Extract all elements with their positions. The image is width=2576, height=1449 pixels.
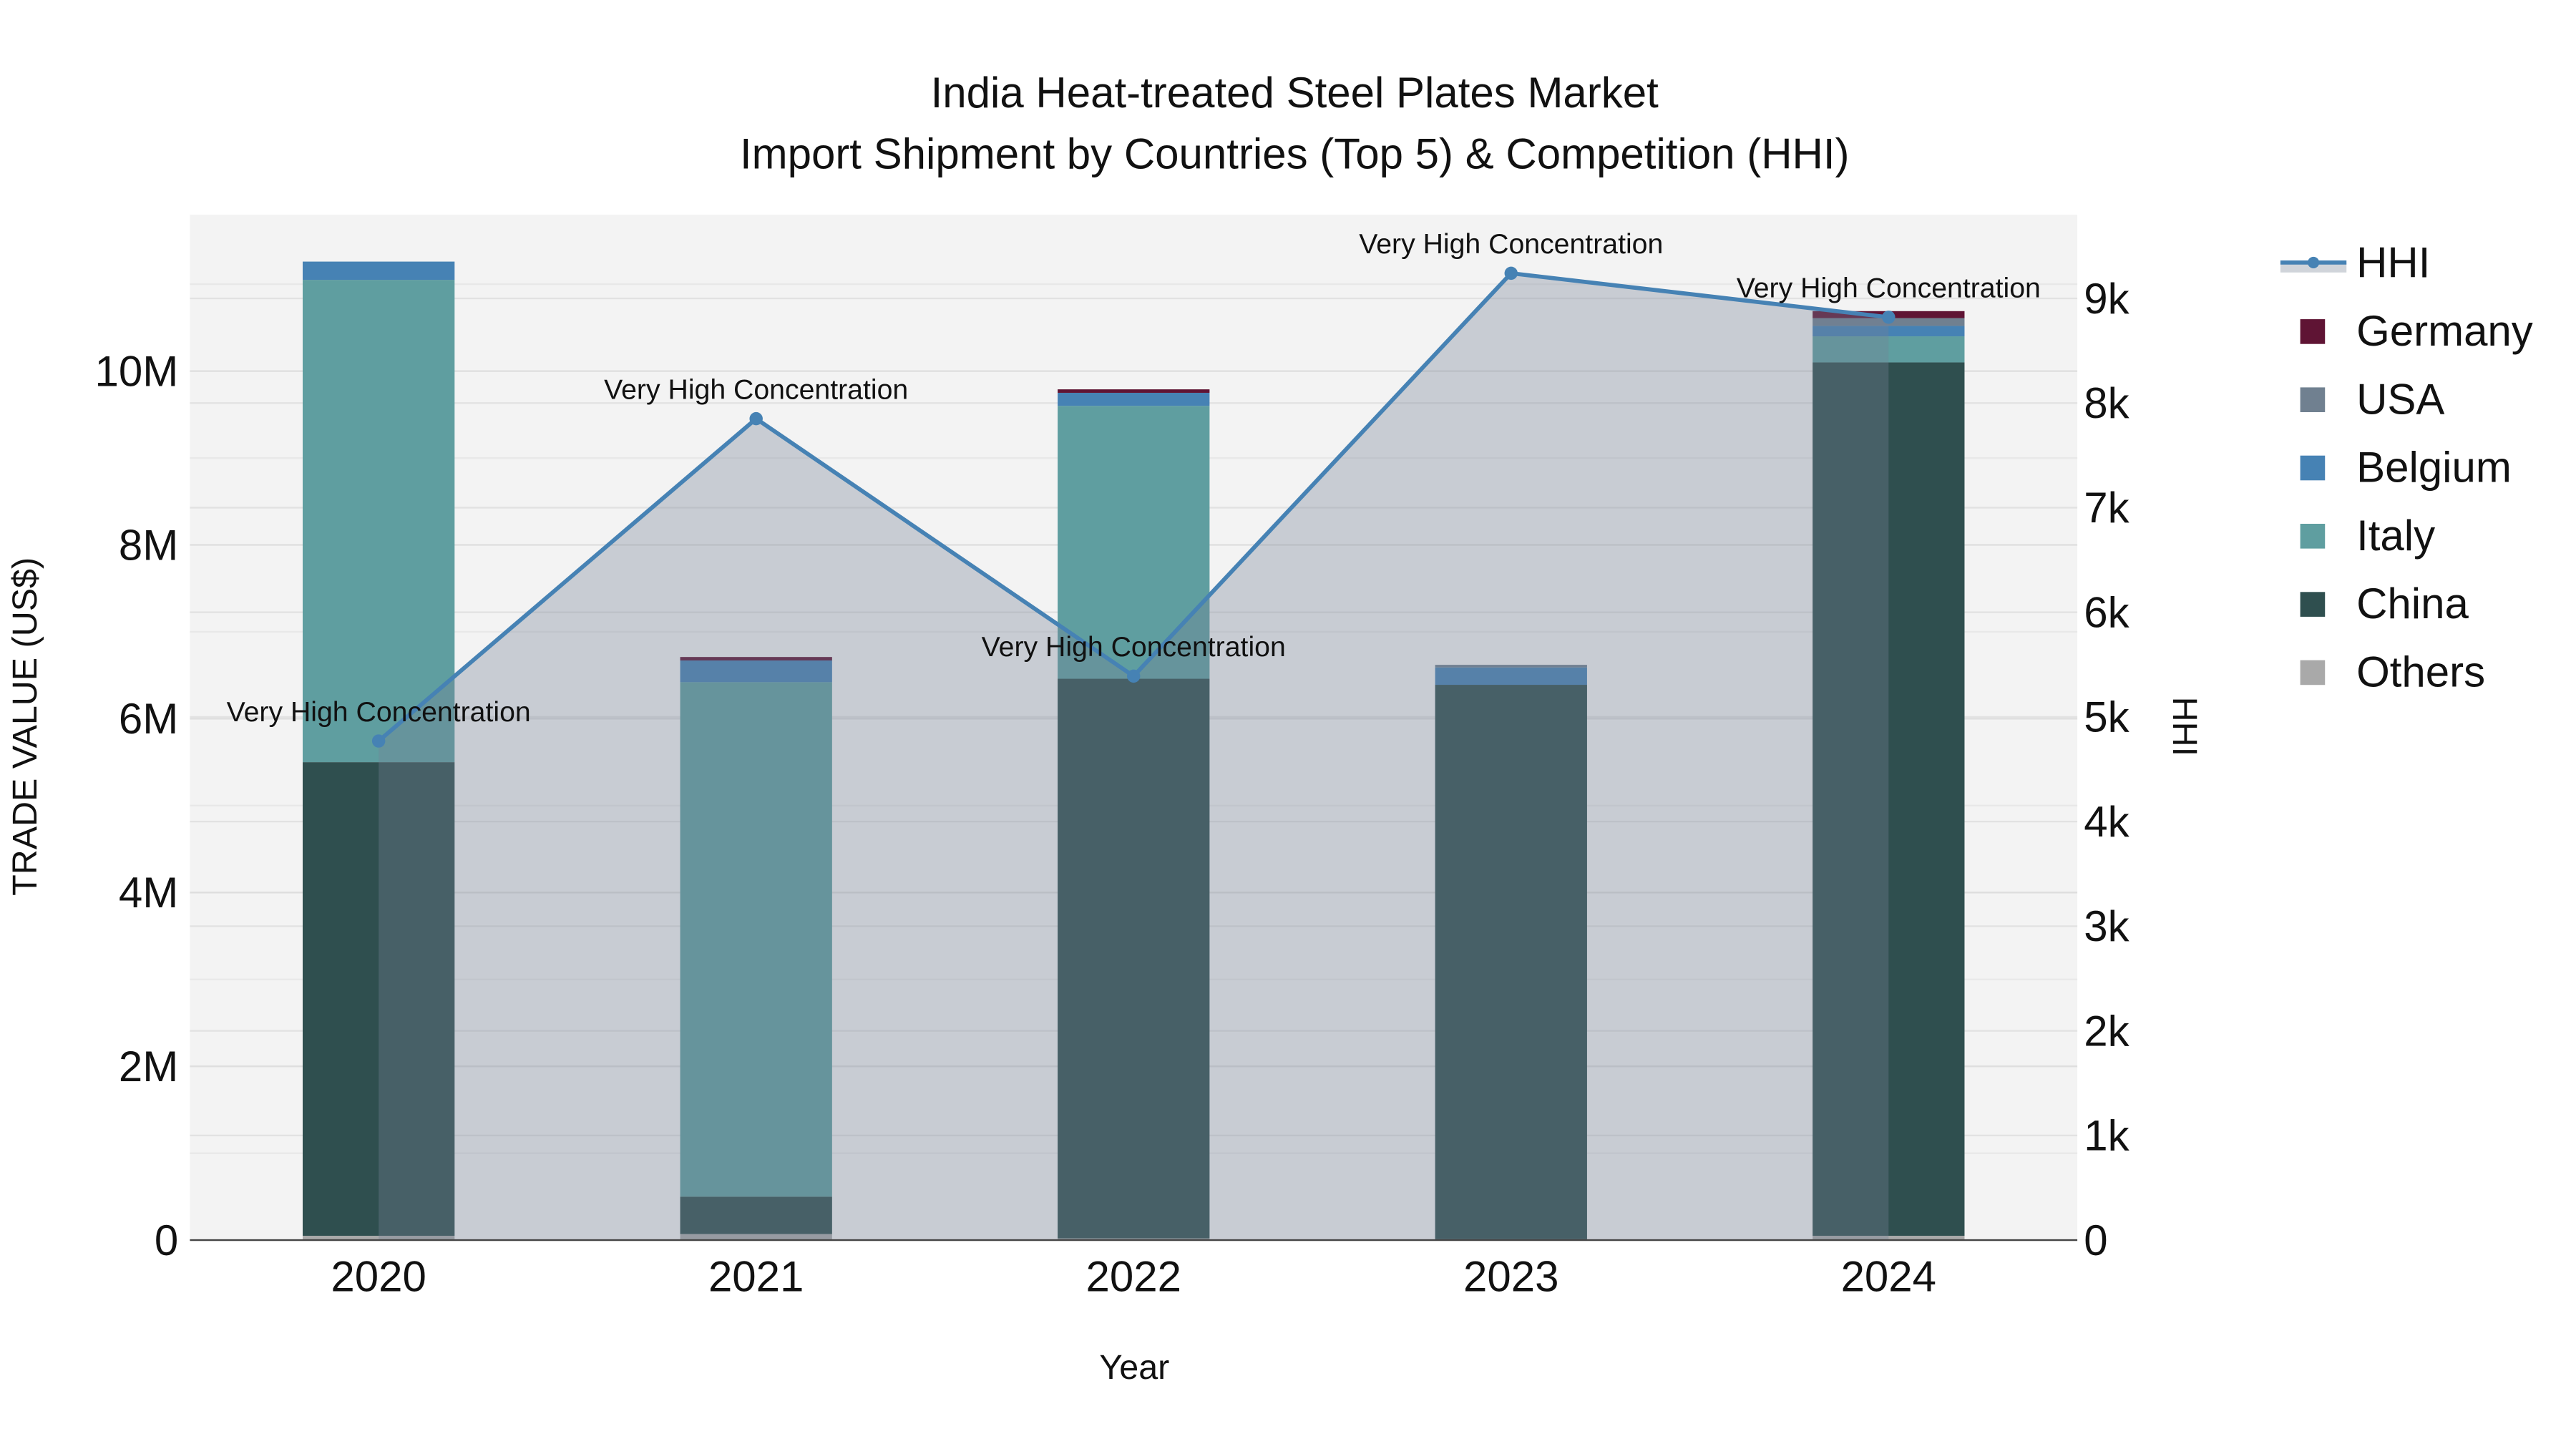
y2-tick-label: 2k: [2084, 1007, 2129, 1055]
y-tick-label: 6M: [119, 695, 178, 743]
hhi-annotation: Very High Concentration: [1737, 273, 2041, 304]
y2-tick-label: 6k: [2084, 588, 2129, 636]
y-tick-label: 4M: [119, 869, 178, 917]
y-axis-label: TRADE VALUE (US$): [6, 557, 44, 896]
legend-label: HHI: [2356, 239, 2430, 287]
x-tick-label: 2020: [331, 1253, 426, 1301]
y-tick-label: 10M: [95, 347, 179, 395]
hhi-point-2022: [1127, 669, 1141, 683]
bar-italy-2020: [303, 280, 455, 763]
bar-belgium-2020: [303, 261, 455, 280]
legend-label: China: [2356, 580, 2469, 628]
hhi-point-2021: [749, 411, 763, 426]
x-tick-label: 2021: [708, 1253, 804, 1301]
chart-subtitle: Import Shipment by Countries (Top 5) & C…: [740, 130, 1850, 177]
legend-swatch: [2300, 387, 2326, 412]
y-tick-label: 8M: [119, 521, 178, 569]
y2-tick-label: 1k: [2084, 1112, 2129, 1160]
y2-tick-label: 5k: [2084, 693, 2129, 741]
y-tick-label: 0: [155, 1216, 178, 1264]
hhi-annotation: Very High Concentration: [982, 631, 1286, 663]
hhi-point-2023: [1504, 266, 1518, 280]
legend-swatch: [2300, 592, 2326, 617]
bar-belgium-2022: [1058, 392, 1210, 406]
y2-axis-label: HHI: [2165, 697, 2204, 756]
hhi-point-2024: [1882, 311, 1896, 324]
x-tick-label: 2023: [1463, 1253, 1558, 1301]
legend-label: Italy: [2356, 512, 2435, 560]
hhi-annotation: Very High Concentration: [227, 696, 531, 728]
legend-hhi-marker-icon: [2308, 256, 2320, 268]
y2-tick-label: 4k: [2084, 798, 2129, 846]
bar-germany-2022: [1058, 389, 1210, 393]
hhi-point-2020: [371, 734, 386, 748]
y2-tick-label: 9k: [2084, 275, 2129, 323]
x-tick-label: 2022: [1085, 1253, 1181, 1301]
y2-tick-label: 0: [2084, 1216, 2107, 1264]
legend-swatch: [2300, 660, 2326, 686]
legend-swatch: [2300, 319, 2326, 344]
legend-label: Others: [2356, 648, 2485, 696]
legend-swatch: [2300, 524, 2326, 549]
legend-label: USA: [2356, 375, 2444, 423]
chart-title: India Heat-treated Steel Plates Market: [931, 69, 1659, 117]
hhi-annotation: Very High Concentration: [604, 374, 908, 405]
chart: Very High Concentration Very High Concent…: [0, 0, 2576, 1449]
y2-tick-label: 7k: [2084, 484, 2129, 532]
y2-tick-label: 3k: [2084, 902, 2129, 950]
x-axis-label: Year: [1099, 1348, 1169, 1387]
legend-label: Germany: [2356, 307, 2533, 355]
y2-tick-label: 8k: [2084, 379, 2129, 427]
x-tick-label: 2024: [1841, 1253, 1936, 1301]
legend-label: Belgium: [2356, 444, 2512, 492]
y-tick-label: 2M: [119, 1043, 178, 1091]
hhi-annotation: Very High Concentration: [1359, 228, 1663, 260]
legend-swatch: [2300, 455, 2326, 481]
